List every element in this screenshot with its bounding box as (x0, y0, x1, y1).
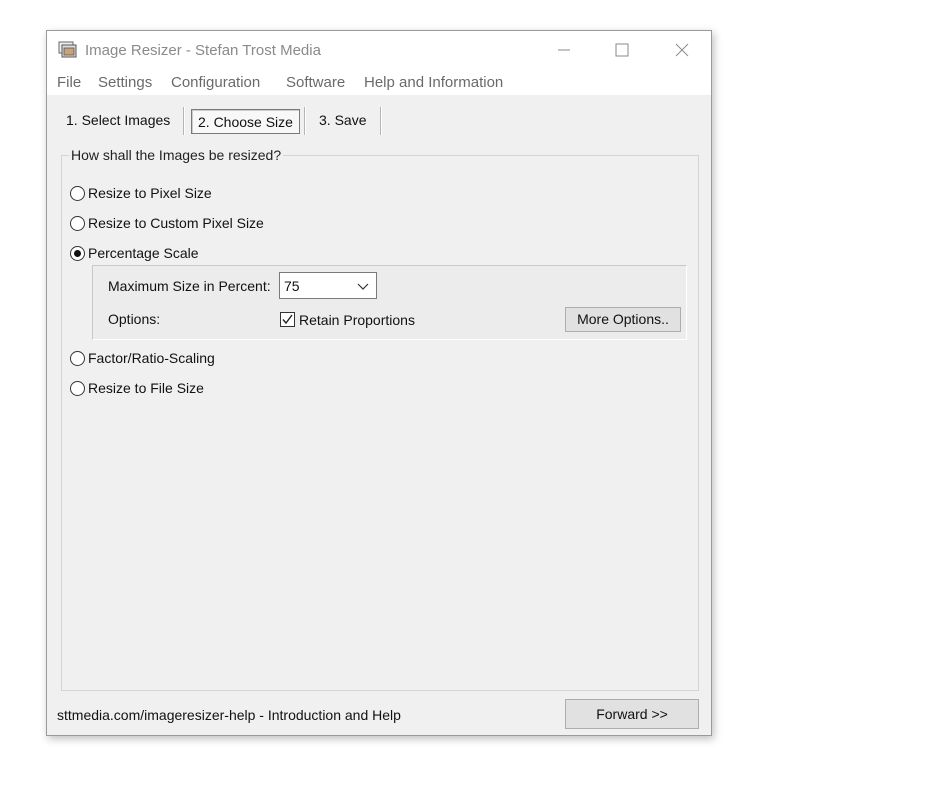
menu-bar: File Settings Configuration Software Hel… (47, 69, 711, 95)
chevron-down-icon (357, 283, 369, 290)
app-window: Image Resizer - Stefan Trost Media File … (46, 30, 712, 736)
radio-label: Percentage Scale (88, 245, 199, 261)
menu-configuration[interactable]: Configuration (171, 74, 260, 91)
more-options-button[interactable]: More Options.. (565, 307, 681, 332)
radio-resize-to-file-size[interactable]: Resize to File Size (70, 380, 204, 396)
radio-label: Resize to File Size (88, 380, 204, 396)
help-link[interactable]: sttmedia.com/imageresizer-help - Introdu… (57, 707, 401, 723)
maximize-icon (615, 43, 629, 57)
tab-save[interactable]: 3. Save (319, 108, 366, 133)
minimize-button[interactable] (541, 35, 587, 65)
radio-button[interactable] (70, 185, 85, 201)
radio-button[interactable] (70, 380, 85, 396)
max-size-label: Maximum Size in Percent: (108, 278, 271, 294)
retain-proportions-label[interactable]: Retain Proportions (299, 312, 415, 328)
maximize-button[interactable] (599, 35, 645, 65)
radio-label: Resize to Pixel Size (88, 185, 212, 201)
radio-button-selected[interactable] (70, 245, 85, 261)
close-icon (675, 43, 689, 57)
menu-settings[interactable]: Settings (98, 74, 152, 91)
tab-select-images[interactable]: 1. Select Images (66, 108, 170, 133)
group-title: How shall the Images be resized? (69, 147, 284, 163)
window-title: Image Resizer - Stefan Trost Media (85, 42, 321, 59)
menu-software[interactable]: Software (286, 74, 345, 91)
radio-factor-ratio-scaling[interactable]: Factor/Ratio-Scaling (70, 350, 215, 366)
app-window-icon (58, 41, 77, 58)
radio-percentage-scale[interactable]: Percentage Scale (70, 245, 199, 261)
tab-separator (380, 107, 382, 135)
title-bar[interactable]: Image Resizer - Stefan Trost Media (47, 31, 711, 69)
radio-button[interactable] (70, 215, 85, 231)
resize-method-group (61, 155, 699, 691)
options-label: Options: (108, 311, 161, 327)
max-size-percent-dropdown[interactable]: 75 (279, 272, 377, 299)
minimize-icon (558, 49, 570, 51)
radio-resize-to-custom-pixel-size[interactable]: Resize to Custom Pixel Size (70, 215, 264, 231)
retain-proportions-checkbox[interactable] (280, 312, 295, 327)
tab-choose-size[interactable]: 2. Choose Size (191, 109, 300, 134)
radio-label: Resize to Custom Pixel Size (88, 215, 264, 231)
close-button[interactable] (659, 35, 705, 65)
radio-resize-to-pixel-size[interactable]: Resize to Pixel Size (70, 185, 212, 201)
menu-help-and-information[interactable]: Help and Information (364, 74, 503, 91)
forward-button[interactable]: Forward >> (565, 699, 699, 729)
radio-label: Factor/Ratio-Scaling (88, 350, 215, 366)
radio-button[interactable] (70, 350, 85, 366)
menu-file[interactable]: File (57, 74, 81, 91)
checkmark-icon (282, 314, 293, 325)
tab-separator (304, 107, 306, 135)
tab-separator (183, 107, 185, 135)
dropdown-value: 75 (284, 278, 300, 294)
